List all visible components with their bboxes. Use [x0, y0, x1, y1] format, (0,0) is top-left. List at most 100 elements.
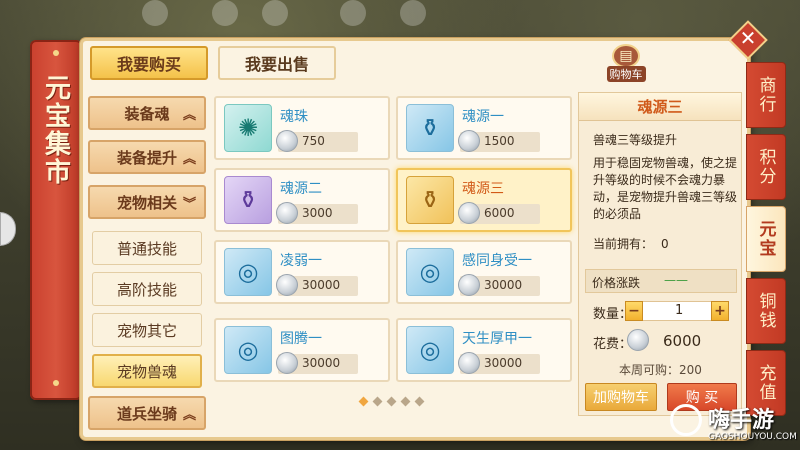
side-tab-copper[interactable]: 铜钱: [746, 278, 786, 344]
page-dot[interactable]: [386, 396, 397, 407]
item-price: 30000: [302, 356, 341, 370]
soul-source-icon: ⚱: [406, 176, 454, 224]
subcategory-pet-soul[interactable]: 宠物兽魂: [92, 354, 202, 388]
silver-ingot-icon: [458, 274, 480, 296]
weekly-value: 200: [679, 363, 702, 377]
skill-scroll-icon: ◎: [406, 326, 454, 374]
item-detail-panel: 魂源三 兽魂三等级提升 用于稳固宠物兽魂，使之提升等级的时候不会魂力暴动，是宠物…: [578, 92, 742, 416]
top-hud-icon[interactable]: [142, 0, 168, 26]
item-name: 魂源二: [280, 181, 322, 197]
item-name: 天生厚甲一: [462, 331, 532, 347]
page-dot[interactable]: [372, 396, 383, 407]
cart-button[interactable]: ▤ 购物车: [604, 44, 648, 84]
item-name: 魂珠: [280, 109, 308, 125]
item-price: 1500: [484, 134, 515, 148]
page-dot[interactable]: [414, 396, 425, 407]
banner-bead: [53, 380, 59, 386]
item-card[interactable]: ◎ 天生厚甲一 30000: [396, 318, 572, 382]
top-hud-icon[interactable]: [400, 0, 426, 26]
page-dot[interactable]: [400, 396, 411, 407]
top-hud-icon[interactable]: [212, 0, 238, 26]
item-price: 750: [302, 134, 325, 148]
item-price: 6000: [484, 206, 515, 220]
item-card[interactable]: ⚱ 魂源二 3000: [214, 168, 390, 232]
chevron-up-icon: ︽: [182, 407, 196, 423]
price-trend-value: ——: [664, 273, 688, 287]
category-label: 道兵坐骑: [116, 404, 177, 423]
tab-buy[interactable]: 我要购买: [90, 46, 208, 80]
watermark-name: 嗨手游: [708, 408, 775, 433]
category-mount[interactable]: 道兵坐骑 ︽: [88, 396, 206, 430]
chevron-up-icon: ︽: [182, 151, 196, 167]
silver-ingot-icon: [276, 274, 298, 296]
cart-label: 购物车: [606, 66, 646, 82]
silver-ingot-icon: [276, 130, 298, 152]
item-name: 感同身受一: [462, 253, 532, 269]
silver-ingot-icon: [276, 202, 298, 224]
skill-scroll-icon: ◎: [224, 248, 272, 296]
chevron-down-icon: ︾: [182, 196, 196, 212]
silver-ingot-icon: [458, 202, 480, 224]
detail-title: 魂源三: [579, 93, 741, 121]
game-scene: 元宝集市 我要购买 我要出售 ▤ 购物车 装备魂 ︽ 装备提升 ︽ 宠物相关 ︾…: [0, 0, 800, 450]
weekly-limit: 本周可购：200: [619, 361, 702, 378]
item-price: 30000: [484, 356, 523, 370]
item-name: 魂源三: [462, 181, 504, 197]
pagination-dots: [358, 396, 425, 407]
banner-bead: [53, 50, 59, 56]
category-equip-soul[interactable]: 装备魂 ︽: [88, 96, 206, 130]
category-label: 装备提升: [116, 148, 177, 167]
item-card[interactable]: ◎ 凌弱一 30000: [214, 240, 390, 304]
soul-source-icon: ⚱: [224, 176, 272, 224]
owned-label: 当前拥有：: [593, 237, 654, 251]
category-equip-upgrade[interactable]: 装备提升 ︽: [88, 140, 206, 174]
subcategory-pet-other[interactable]: 宠物其它: [92, 313, 202, 347]
cost-label: 花费：: [593, 337, 633, 352]
top-hud-icon[interactable]: [262, 0, 288, 26]
watermark-logo-icon: [670, 404, 702, 436]
item-card[interactable]: ◎ 感同身受一 30000: [396, 240, 572, 304]
soul-orb-icon: ✺: [224, 104, 272, 152]
item-price: 3000: [302, 206, 333, 220]
detail-subtitle: 兽魂三等级提升: [593, 133, 678, 147]
page-title: 元宝集市: [40, 74, 71, 186]
weekly-label: 本周可购：: [619, 363, 680, 377]
item-name: 凌弱一: [280, 253, 322, 269]
price-trend-label: 价格涨跌: [592, 276, 641, 290]
top-hud-icon[interactable]: [340, 0, 366, 26]
item-price: 30000: [302, 278, 341, 292]
quantity-decrease-button[interactable]: −: [625, 301, 643, 321]
side-tab-points[interactable]: 积分: [746, 134, 786, 200]
owned-value: 0: [661, 237, 669, 251]
item-card[interactable]: ⚱ 魂源一 1500: [396, 96, 572, 160]
quantity-value: 1: [675, 303, 684, 318]
quantity-increase-button[interactable]: +: [711, 301, 729, 321]
detail-description: 用于稳固宠物兽魂，使之提升等级的时候不会魂力暴动，是宠物提升兽魂三等级的必须品: [593, 156, 738, 221]
silver-ingot-icon: [458, 130, 480, 152]
add-to-cart-button[interactable]: 加购物车: [585, 383, 657, 411]
soul-source-icon: ⚱: [406, 104, 454, 152]
category-label: 宠物相关: [116, 193, 177, 212]
skill-scroll-icon: ◎: [224, 326, 272, 374]
page-dot-active[interactable]: [358, 396, 369, 407]
side-tab-shop[interactable]: 商行: [746, 62, 786, 128]
skill-scroll-icon: ◎: [406, 248, 454, 296]
watermark-url: GAOSHOUYOU.COM: [708, 432, 797, 442]
gamepad-icon[interactable]: [0, 212, 16, 246]
category-pet[interactable]: 宠物相关 ︾: [88, 185, 206, 219]
close-icon[interactable]: ✕: [734, 24, 762, 52]
silver-ingot-icon: [627, 329, 649, 351]
subcategory-advanced-skill[interactable]: 高阶技能: [92, 272, 202, 306]
item-card[interactable]: ◎ 图腾一 30000: [214, 318, 390, 382]
owned-count: 当前拥有： 0: [593, 235, 669, 252]
side-tab-yuanbao[interactable]: 元宝: [746, 206, 786, 272]
site-watermark: 嗨手游 GAOSHOUYOU.COM: [670, 402, 797, 448]
item-card[interactable]: ✺ 魂珠 750: [214, 96, 390, 160]
tab-sell[interactable]: 我要出售: [218, 46, 336, 80]
price-trend-row: 价格涨跌 ——: [585, 269, 737, 293]
category-label: 装备魂: [124, 104, 170, 123]
subcategory-normal-skill[interactable]: 普通技能: [92, 231, 202, 265]
item-card-selected[interactable]: ⚱ 魂源三 6000: [396, 168, 572, 232]
silver-ingot-icon: [276, 352, 298, 374]
item-name: 魂源一: [462, 109, 504, 125]
